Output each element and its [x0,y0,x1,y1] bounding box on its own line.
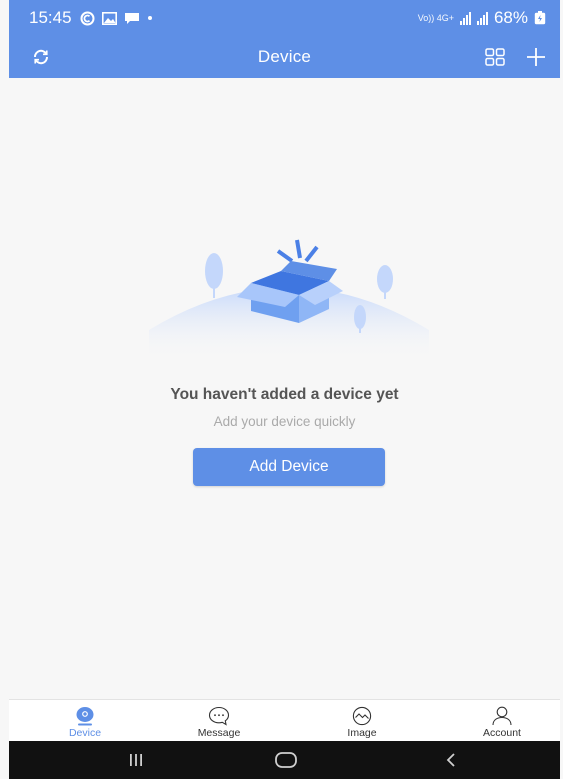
battery-icon [534,11,546,25]
status-left: 15:45 [29,8,153,28]
tab-image-label: Image [347,727,377,739]
notification-icons [80,11,153,26]
network-label: Vo)) 4G+ [417,12,454,23]
account-icon [492,706,512,726]
home-icon [275,752,297,768]
battery-percent: 68% [493,8,528,27]
system-nav-bar [9,741,560,779]
tab-message-label: Message [197,727,241,739]
tab-message[interactable]: Message [174,700,264,742]
status-right: Vo)) 4G+ 68% [418,8,546,28]
recents-icon [130,754,142,766]
message-icon [208,706,230,726]
tab-account[interactable]: Account [457,700,547,742]
page-title: Device [257,47,312,66]
signal-icon [459,11,471,25]
gallery-icon [101,11,117,25]
refresh-icon [33,49,49,65]
tab-device[interactable]: Device [40,700,130,742]
c-notification-icon [80,11,95,25]
back-button[interactable] [436,750,466,770]
chat-notification-icon [124,12,139,24]
dot-icon [147,16,152,20]
add-button[interactable] [521,42,551,72]
empty-box-illustration [149,239,429,360]
empty-state-title: You haven't added a device yet [170,386,399,403]
add-device-button[interactable]: Add Device [193,448,385,486]
recents-button[interactable] [121,750,151,770]
grid-view-button[interactable] [480,42,510,72]
signal-icon-2 [476,11,488,25]
top-bar: 15:45 Vo)) 4G+ 68% Device [9,0,560,78]
empty-state-subtitle: Add your device quickly [213,414,356,429]
home-button[interactable] [271,750,301,770]
device-icon [76,707,94,726]
grid-icon [485,48,505,66]
image-icon [352,706,372,726]
app-screen: 15:45 Vo)) 4G+ 68% Device You haven't ad… [9,0,560,779]
status-bar: 15:45 Vo)) 4G+ 68% [9,0,560,36]
tab-device-label: Device [68,727,102,739]
plus-icon [527,48,545,66]
status-time: 15:45 [29,8,72,27]
refresh-button[interactable] [26,42,56,72]
back-icon [446,753,455,767]
tab-account-label: Account [483,727,521,739]
app-header: Device [9,36,560,78]
tab-image[interactable]: Image [317,700,407,742]
bottom-tab-bar: Device Message Image Account [9,699,560,741]
